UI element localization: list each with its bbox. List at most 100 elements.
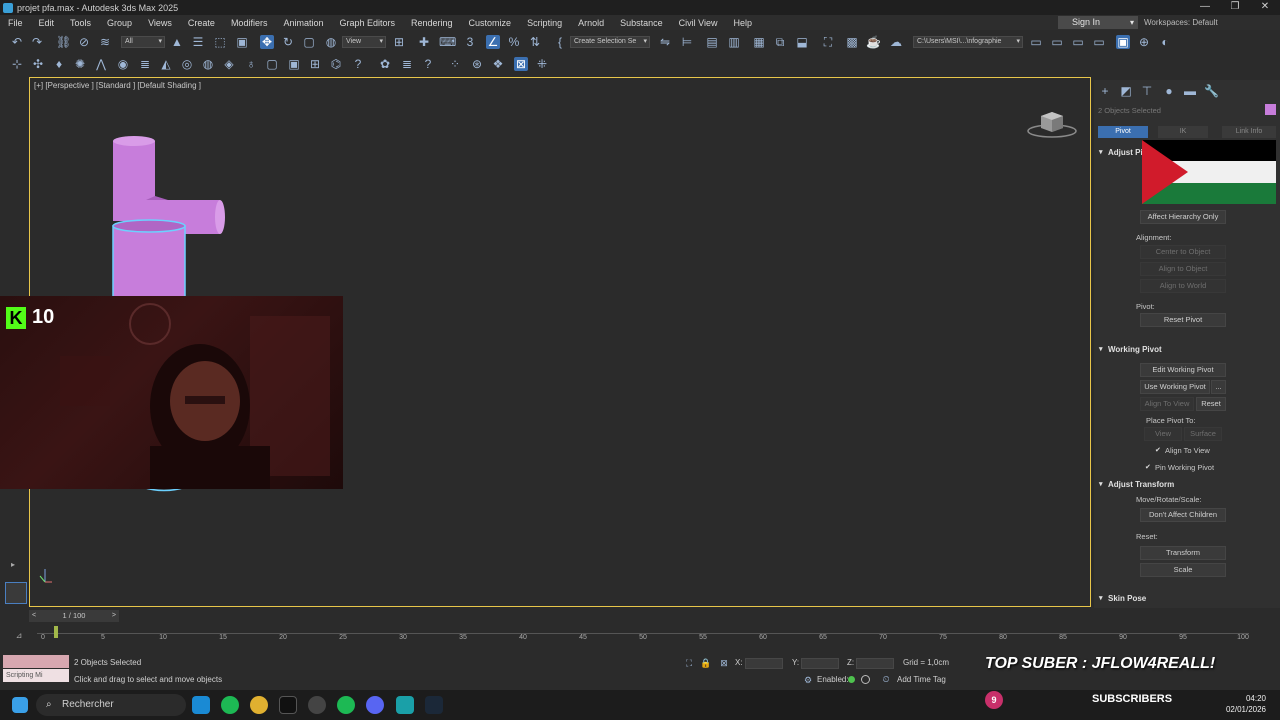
mirror-icon[interactable]: ⇋ xyxy=(658,35,672,49)
arnold-lightbulb-icon[interactable]: ♁ xyxy=(244,57,258,71)
edit-working-pivot-button[interactable]: Edit Working Pivot xyxy=(1140,363,1226,377)
reset-scale-button[interactable]: Scale xyxy=(1140,563,1226,577)
object-color-swatch[interactable] xyxy=(1265,104,1276,115)
selection-lock-icon[interactable]: 🔒 xyxy=(699,656,713,670)
save-project-icon[interactable]: ▭ xyxy=(1071,35,1085,49)
menu-graph-editors[interactable]: Graph Editors xyxy=(331,18,403,28)
y-coord-field[interactable] xyxy=(801,658,839,669)
create-panel-shortcut-icon[interactable]: ⊹ xyxy=(10,57,24,71)
place-pivot-view-button[interactable]: View xyxy=(1144,427,1182,441)
substance-list-icon[interactable]: ≣ xyxy=(400,57,414,71)
curve-editor-icon[interactable]: ▦ xyxy=(752,35,766,49)
civil-view-object-icon[interactable]: ❖ xyxy=(491,57,505,71)
select-and-scale-icon[interactable]: ▢ xyxy=(302,35,316,49)
display-tab-icon[interactable]: ▬ xyxy=(1183,84,1197,98)
menu-animation[interactable]: Animation xyxy=(275,18,331,28)
pivot-center-icon[interactable]: ⊞ xyxy=(392,35,406,49)
working-pivot-options-button[interactable]: ... xyxy=(1211,380,1226,394)
maxscript-listener-field[interactable] xyxy=(3,655,69,668)
project-folder-icon[interactable]: ▭ xyxy=(1029,35,1043,49)
hierarchy-tab-icon[interactable]: ⊤ xyxy=(1140,84,1154,98)
minimize-button[interactable]: — xyxy=(1190,0,1220,15)
time-slider-prev-icon[interactable]: < xyxy=(32,610,36,622)
skin-pose-rollout[interactable]: Skin Pose xyxy=(1098,593,1274,605)
isolate-selection-icon[interactable]: ⛶ xyxy=(682,656,696,670)
place-pivot-surface-button[interactable]: Surface xyxy=(1184,427,1222,441)
percent-snap-icon[interactable]: % xyxy=(507,35,521,49)
autodesk-assistant-icon[interactable]: ◐ xyxy=(1158,35,1172,49)
arnold-box-icon[interactable]: ▣ xyxy=(287,57,301,71)
helpers-icon[interactable]: ✣ xyxy=(31,57,45,71)
obs-studio-icon[interactable] xyxy=(308,696,326,714)
tiktok-icon[interactable] xyxy=(279,696,297,714)
reset-transform-button[interactable]: Transform xyxy=(1140,546,1226,560)
working-pivot-reset-button[interactable]: Reset xyxy=(1196,397,1226,411)
mini-curve-editor-icon[interactable]: ⊿ xyxy=(12,629,26,643)
named-selection-set-dropdown[interactable]: Create Selection Se xyxy=(570,36,650,48)
civil-view-active-icon[interactable]: ⊠ xyxy=(514,57,528,71)
viewport-label[interactable]: [+] [Perspective ] [Standard ] [Default … xyxy=(34,81,201,90)
x-coord-field[interactable] xyxy=(745,658,783,669)
unlink-icon[interactable]: ⊘ xyxy=(77,35,91,49)
current-frame-marker[interactable] xyxy=(54,626,58,638)
windows-start-icon[interactable] xyxy=(12,697,28,713)
menu-rendering[interactable]: Rendering xyxy=(403,18,461,28)
sign-in-button[interactable]: Sign In xyxy=(1058,16,1138,29)
render-in-cloud-icon[interactable]: ☁ xyxy=(889,35,903,49)
3dsmax-taskbar-icon[interactable] xyxy=(396,696,414,714)
scene-explorer-icon[interactable]: ▤ xyxy=(705,35,719,49)
viewcube-icon[interactable] xyxy=(1027,108,1077,138)
utilities-tab-icon[interactable]: 🔧 xyxy=(1204,84,1219,98)
align-to-view-button[interactable]: Align To View xyxy=(1140,397,1194,411)
steam-icon[interactable] xyxy=(425,696,443,714)
civil-view-settings-icon[interactable]: ⊛ xyxy=(470,57,484,71)
project-path-dropdown[interactable]: C:\Users\MSI\...\nfographie xyxy=(913,36,1023,48)
render-setup-icon[interactable]: ⛶ xyxy=(821,35,835,49)
menu-modifiers[interactable]: Modifiers xyxy=(223,18,276,28)
window-crossing-icon[interactable]: ▣ xyxy=(235,35,249,49)
rendered-frame-window-icon[interactable]: ▩ xyxy=(845,35,859,49)
enabled-indicator-icon[interactable] xyxy=(848,676,855,683)
select-and-move-icon[interactable]: ✥ xyxy=(260,35,274,49)
tab-ik[interactable]: IK xyxy=(1158,126,1208,138)
close-button[interactable]: ✕ xyxy=(1250,0,1280,15)
menu-views[interactable]: Views xyxy=(140,18,180,28)
select-object-icon[interactable]: ▲ xyxy=(170,35,184,49)
discord-icon[interactable] xyxy=(366,696,384,714)
align-to-view-checkbox[interactable]: ✔ xyxy=(1155,447,1162,454)
viewport-settings-icon[interactable]: ⊕ xyxy=(1137,35,1151,49)
menu-civil-view[interactable]: Civil View xyxy=(671,18,726,28)
civil-view-grid-icon[interactable]: ⁜ xyxy=(535,57,549,71)
redo-icon[interactable]: ↷ xyxy=(30,35,44,49)
select-and-rotate-icon[interactable]: ↻ xyxy=(281,35,295,49)
keyboard-shortcut-override-icon[interactable]: ⌨ xyxy=(439,35,456,49)
adaptive-degradation-icon[interactable]: ⚙ xyxy=(801,673,815,687)
maximize-button[interactable]: ❐ xyxy=(1220,0,1250,15)
menu-create[interactable]: Create xyxy=(180,18,223,28)
viewport-layout-tab-icon[interactable] xyxy=(5,582,27,604)
viewport-layout-expand-icon[interactable]: ▸ xyxy=(6,558,20,570)
workspaces-selector[interactable]: Workspaces: Default xyxy=(1144,18,1218,27)
render-production-icon[interactable]: ☕ xyxy=(866,35,881,49)
align-to-world-button[interactable]: Align to World xyxy=(1140,279,1226,293)
time-slider[interactable]: < 1 / 100 > xyxy=(29,610,119,622)
chrome-icon[interactable] xyxy=(250,696,268,714)
particle-icon[interactable]: ✺ xyxy=(73,57,87,71)
align-to-object-button[interactable]: Align to Object xyxy=(1140,262,1226,276)
menu-edit[interactable]: Edit xyxy=(31,18,63,28)
schematic-view-icon[interactable]: ⧉ xyxy=(773,35,787,49)
rectangular-selection-icon[interactable]: ⬚ xyxy=(213,35,227,49)
track-bar[interactable]: ⊿ 0 5 10 15 20 25 30 35 40 45 50 55 60 6… xyxy=(0,626,1280,648)
menu-substance[interactable]: Substance xyxy=(612,18,671,28)
material-editor-icon[interactable]: ⬓ xyxy=(795,35,809,49)
arnold-help-icon[interactable]: ? xyxy=(351,57,365,71)
dont-affect-children-button[interactable]: Don't Affect Children xyxy=(1140,508,1226,522)
select-and-place-icon[interactable]: ◍ xyxy=(324,35,338,49)
open-project-icon[interactable]: ▭ xyxy=(1050,35,1064,49)
time-tag-toggle-icon[interactable] xyxy=(861,675,870,684)
arnold-volume-icon[interactable]: ▢ xyxy=(265,57,279,71)
motion-tab-icon[interactable]: ● xyxy=(1162,84,1176,98)
arnold-sky-icon[interactable]: ◎ xyxy=(180,57,194,71)
system-clock[interactable]: 04:20 02/01/2026 xyxy=(1226,693,1266,715)
tab-link-info[interactable]: Link Info xyxy=(1222,126,1276,138)
